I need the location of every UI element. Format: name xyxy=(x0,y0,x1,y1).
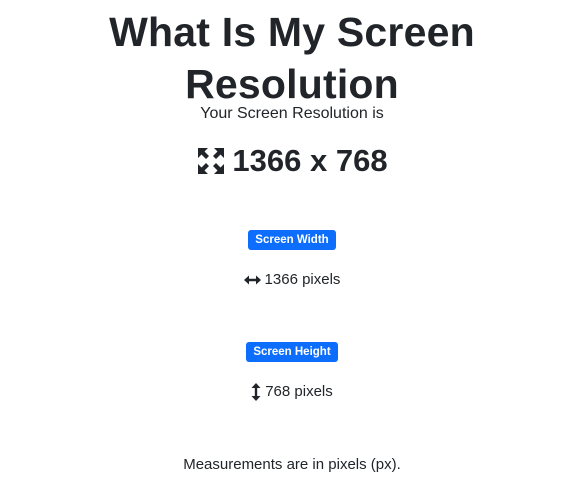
screen-height-badge-row: Screen Height xyxy=(0,342,584,362)
page: What Is My Screen Resolution Your Screen… xyxy=(0,0,584,498)
screen-height-badge: Screen Height xyxy=(246,342,338,362)
resolution-subtitle: Your Screen Resolution is xyxy=(200,105,384,122)
screen-width-value-row: 1366 pixels xyxy=(0,269,584,291)
screen-height-value: 768 pixels xyxy=(265,383,333,400)
screen-width-badge: Screen Width xyxy=(248,230,336,250)
screen-height-value-row: 768 pixels xyxy=(0,381,584,403)
screen-width-badge-row: Screen Width xyxy=(0,230,584,250)
measurement-note: Measurements are in pixels (px). xyxy=(183,456,401,473)
arrows-up-down-icon xyxy=(251,383,261,401)
page-title: What Is My Screen Resolution xyxy=(109,9,475,107)
screen-width-value: 1366 pixels xyxy=(264,271,341,288)
resolution-display: 1366 x 768 xyxy=(0,140,584,182)
resolution-value: 1366 x 768 xyxy=(232,143,388,178)
expand-arrows-icon xyxy=(196,146,226,176)
arrows-left-right-icon xyxy=(243,274,261,286)
